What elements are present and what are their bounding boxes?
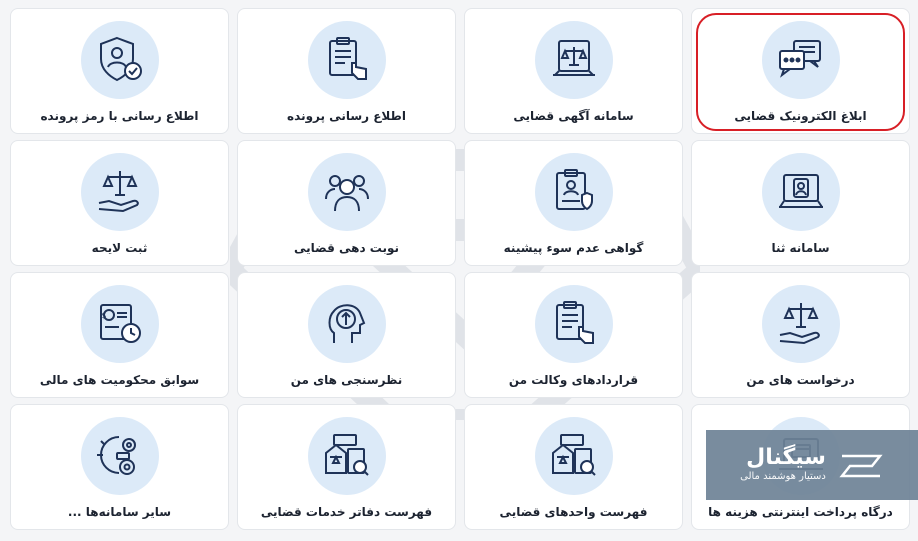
tile-sana-system[interactable]: سامانه ثنا: [691, 140, 910, 266]
tile-label: گواهی عدم سوء پیشینه: [503, 241, 644, 255]
laptop-user-icon: [778, 174, 823, 208]
tile-label: درخواست های من: [746, 373, 855, 387]
tile-icon-bg: [761, 21, 840, 99]
tile-label: ثبت لایحه: [91, 241, 148, 255]
tile-icon-bg: [80, 417, 159, 495]
hand-scales-icon: [98, 171, 139, 213]
certificate-badge-icon: [555, 169, 593, 211]
brand-tagline: دستیار هوشمند مالی: [740, 471, 826, 482]
money-clock-icon: $: [99, 304, 141, 343]
hand-scales-icon: [779, 303, 820, 345]
clipboard-touch-icon: [328, 37, 367, 80]
tile-case-notification[interactable]: اطلاع رسانی پرونده: [237, 8, 456, 134]
tile-label: اطلاع رسانی پرونده: [287, 109, 406, 123]
tile-label: سایر سامانه‌ها ...: [67, 505, 172, 519]
tile-label: قراردادهای وکالت من: [508, 373, 639, 387]
tile-service-offices-list[interactable]: فهرست دفاتر خدمات قضایی: [237, 404, 456, 530]
shield-user-check-icon: [99, 36, 142, 82]
tile-label: نوبت دهی قضایی: [293, 241, 400, 255]
brand-name: سیگنال: [746, 445, 826, 470]
tile-judicial-ads[interactable]: سامانه آگهی قضایی: [464, 8, 683, 134]
tile-judicial-appointment[interactable]: نوبت دهی قضایی: [237, 140, 456, 266]
tile-icon-bg: $: [80, 285, 159, 363]
people-group-icon: [324, 175, 369, 212]
brand-overlay: سیگنال دستیار هوشمند مالی: [706, 430, 918, 500]
tile-icon-bg: [307, 417, 386, 495]
laptop-scales-icon: [552, 40, 595, 76]
tile-no-criminal-record[interactable]: گواهی عدم سوء پیشینه: [464, 140, 683, 266]
tile-icon-bg: [80, 153, 159, 231]
tile-icon-bg: [307, 21, 386, 99]
tile-label: درگاه پرداخت اینترنتی هزینه ها: [708, 505, 893, 519]
tile-electronic-notification[interactable]: ابلاغ الکترونیک قضایی: [691, 8, 910, 134]
clipboard-touch-icon: [555, 301, 594, 344]
tile-case-password-notification[interactable]: اطلاع رسانی با رمز پرونده: [10, 8, 229, 134]
chat-bubbles-icon: [778, 40, 821, 78]
tile-label: فهرست دفاتر خدمات قضایی: [260, 505, 433, 519]
tile-label: سوابق محکومیت های مالی: [39, 373, 200, 387]
head-arrow-icon: [328, 304, 365, 343]
tile-icon-bg: [761, 153, 840, 231]
tile-label: ابلاغ الکترونیک قضایی: [734, 109, 867, 123]
svg-text:$: $: [101, 311, 106, 320]
building-search-icon: [551, 434, 596, 476]
tile-my-attorney-contracts[interactable]: قراردادهای وکالت من: [464, 272, 683, 398]
tile-icon-bg: [761, 285, 840, 363]
tile-icon-bg: [534, 285, 613, 363]
tile-other-systems[interactable]: سایر سامانه‌ها ...: [10, 404, 229, 530]
tile-icon-bg: [534, 21, 613, 99]
gears-settings-icon: [96, 436, 136, 475]
tile-label: سامانه آگهی قضایی: [513, 109, 634, 123]
tile-my-requests[interactable]: درخواست های من: [691, 272, 910, 398]
building-search-icon: [324, 434, 369, 476]
tile-icon-bg: [307, 285, 386, 363]
tile-icon-bg: [80, 21, 159, 99]
tile-financial-convictions[interactable]: $ سوابق محکومیت های مالی: [10, 272, 229, 398]
tile-label: فهرست واحدهای قضایی: [499, 505, 648, 519]
tile-judicial-units-list[interactable]: فهرست واحدهای قضایی: [464, 404, 683, 530]
tile-submit-brief[interactable]: ثبت لایحه: [10, 140, 229, 266]
tile-label: نظرسنجی های من: [290, 373, 403, 387]
tile-icon-bg: [534, 153, 613, 231]
signal-logo-icon: [839, 454, 883, 478]
tile-icon-bg: [534, 417, 613, 495]
tile-label: سامانه ثنا: [771, 241, 830, 255]
tile-label: اطلاع رسانی با رمز پرونده: [40, 109, 199, 123]
tile-icon-bg: [307, 153, 386, 231]
tile-my-surveys[interactable]: نظرسنجی های من: [237, 272, 456, 398]
